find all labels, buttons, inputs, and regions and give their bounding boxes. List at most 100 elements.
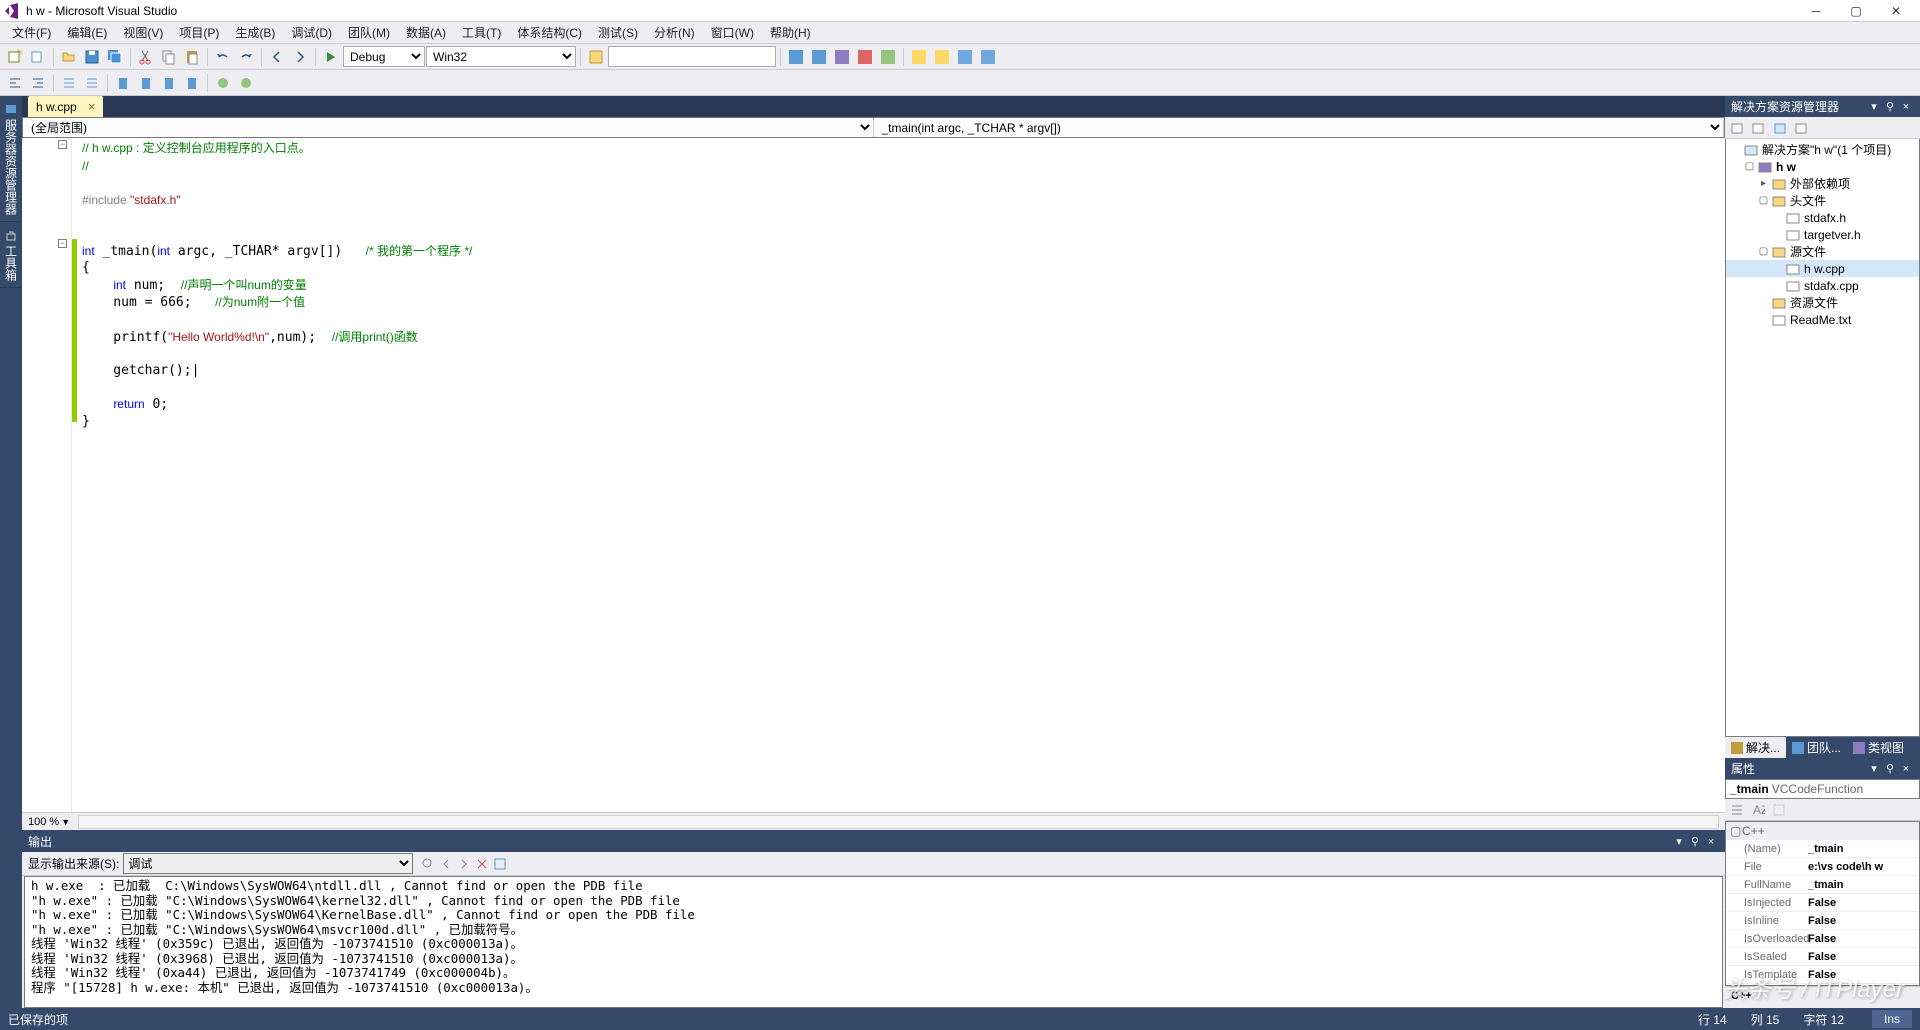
menu-V[interactable]: 视图(V) <box>115 22 171 43</box>
tree-node[interactable]: stdafx.cpp <box>1726 277 1919 294</box>
tree-node[interactable]: h w.cpp <box>1726 260 1919 277</box>
sol-props-button[interactable] <box>1791 118 1811 138</box>
ext4-button[interactable] <box>854 46 876 68</box>
output-prev-button[interactable] <box>439 857 453 871</box>
menu-B[interactable]: 生成(B) <box>227 22 283 43</box>
paste-button[interactable] <box>181 46 203 68</box>
minimize-button[interactable]: ─ <box>1796 1 1836 21</box>
scope-select[interactable]: (全局范围) <box>23 118 874 137</box>
indent-left-button[interactable] <box>4 72 26 94</box>
add-item-button[interactable] <box>27 46 49 68</box>
maximize-button[interactable]: ▢ <box>1836 1 1876 21</box>
fold-icon[interactable]: − <box>58 140 67 149</box>
uncomment-button[interactable] <box>81 72 103 94</box>
bookmark-clear-button[interactable] <box>181 72 203 94</box>
redo-button[interactable] <box>235 46 257 68</box>
start-button[interactable] <box>320 46 342 68</box>
h-scrollbar[interactable] <box>78 815 1719 829</box>
search-input[interactable] <box>608 46 776 67</box>
misc1-button[interactable] <box>212 72 234 94</box>
ext8-button[interactable] <box>954 46 976 68</box>
menu-P[interactable]: 项目(P) <box>171 22 227 43</box>
tree-node[interactable]: ▢h w <box>1726 158 1919 175</box>
save-all-button[interactable] <box>104 46 126 68</box>
zoom-level[interactable]: 100 % <box>28 816 59 828</box>
props-dropdown-icon[interactable]: ▾ <box>1866 761 1882 777</box>
ext5-button[interactable] <box>877 46 899 68</box>
sol-refresh-button[interactable] <box>1748 118 1768 138</box>
server-explorer-tab[interactable]: 服务器资源管理器 <box>0 96 22 222</box>
fold-icon[interactable]: − <box>58 239 67 248</box>
member-select[interactable]: _tmain(int argc, _TCHAR * argv[]) <box>874 118 1725 137</box>
props-pages-button[interactable] <box>1769 800 1789 820</box>
menu-N[interactable]: 分析(N) <box>646 22 703 43</box>
ext7-button[interactable] <box>931 46 953 68</box>
menu-E[interactable]: 编辑(E) <box>59 22 115 43</box>
close-button[interactable]: ✕ <box>1876 1 1916 21</box>
menu-T[interactable]: 工具(T) <box>454 22 509 43</box>
find-in-files-button[interactable] <box>585 46 607 68</box>
sol-dropdown-icon[interactable]: ▾ <box>1866 99 1882 115</box>
output-pin-icon[interactable]: ⚲ <box>1687 834 1703 850</box>
menu-A[interactable]: 数据(A) <box>398 22 454 43</box>
sol-pin-icon[interactable]: ⚲ <box>1882 99 1898 115</box>
nav-fwd-button[interactable] <box>289 46 311 68</box>
tree-node[interactable]: ▢源文件 <box>1726 243 1919 260</box>
indent-right-button[interactable] <box>27 72 49 94</box>
output-next-button[interactable] <box>457 857 471 871</box>
tree-node[interactable]: stdafx.h <box>1726 209 1919 226</box>
ext1-button[interactable] <box>785 46 807 68</box>
new-project-button[interactable] <box>4 46 26 68</box>
tree-node[interactable]: ▢头文件 <box>1726 192 1919 209</box>
cut-button[interactable] <box>135 46 157 68</box>
output-wrap-button[interactable] <box>493 857 507 871</box>
output-dropdown-icon[interactable]: ▾ <box>1671 834 1687 850</box>
props-grid[interactable]: ▢C++(Name)_tmainFilee:\vs code\h wFullNa… <box>1725 821 1920 986</box>
comment-button[interactable] <box>58 72 80 94</box>
menu-W[interactable]: 窗口(W) <box>703 22 762 43</box>
platform-select[interactable]: Win32 <box>426 46 576 67</box>
ext9-button[interactable] <box>977 46 999 68</box>
menu-M[interactable]: 团队(M) <box>340 22 398 43</box>
props-object-select[interactable]: _tmain VCCodeFunction <box>1725 779 1920 799</box>
sol-showall-button[interactable] <box>1770 118 1790 138</box>
menu-S[interactable]: 测试(S) <box>590 22 646 43</box>
output-close-icon[interactable]: × <box>1703 834 1719 850</box>
tab-solution[interactable]: 解决... <box>1725 737 1786 758</box>
menu-C[interactable]: 体系结构(C) <box>509 22 590 43</box>
output-clear-button[interactable] <box>475 857 489 871</box>
ext3-button[interactable] <box>831 46 853 68</box>
props-pin-icon[interactable]: ⚲ <box>1882 761 1898 777</box>
tree-node[interactable]: 解决方案"h w"(1 个项目) <box>1726 141 1919 158</box>
tree-node[interactable]: 资源文件 <box>1726 294 1919 311</box>
props-cat-button[interactable] <box>1727 800 1747 820</box>
output-source-select[interactable]: 调试 <box>123 853 413 874</box>
doc-tab-close-icon[interactable]: × <box>85 100 99 114</box>
toolbox-tab[interactable]: 工具箱 <box>0 222 22 288</box>
config-select[interactable]: Debug <box>343 46 425 67</box>
tab-classview[interactable]: 类视图 <box>1847 737 1910 758</box>
sol-close-icon[interactable]: × <box>1898 99 1914 115</box>
output-find-button[interactable] <box>421 857 435 871</box>
menu-D[interactable]: 调试(D) <box>283 22 340 43</box>
nav-back-button[interactable] <box>266 46 288 68</box>
code-editor[interactable]: − − // h w.cpp : 定义控制台应用程序的入口点。 // #incl… <box>22 138 1725 812</box>
copy-button[interactable] <box>158 46 180 68</box>
tree-node[interactable]: ▸外部依赖项 <box>1726 175 1919 192</box>
solution-tree[interactable]: 解决方案"h w"(1 个项目)▢h w▸外部依赖项▢头文件stdafx.hta… <box>1725 139 1920 737</box>
bookmark-prev-button[interactable] <box>135 72 157 94</box>
ext2-button[interactable] <box>808 46 830 68</box>
tree-node[interactable]: targetver.h <box>1726 226 1919 243</box>
doc-tab-active[interactable]: h w.cpp × <box>28 96 103 117</box>
bookmark-next-button[interactable] <box>158 72 180 94</box>
sol-home-button[interactable] <box>1727 118 1747 138</box>
props-close-icon[interactable]: × <box>1898 761 1914 777</box>
save-button[interactable] <box>81 46 103 68</box>
tab-team[interactable]: 团队... <box>1786 737 1847 758</box>
props-az-button[interactable]: AZ <box>1748 800 1768 820</box>
code-text[interactable]: // h w.cpp : 定义控制台应用程序的入口点。 // #include … <box>72 138 1725 430</box>
tree-node[interactable]: ReadMe.txt <box>1726 311 1919 328</box>
output-text[interactable]: h w.exe : 已加载 C:\Windows\SysWOW64\ntdll.… <box>24 876 1723 1008</box>
menu-H[interactable]: 帮助(H) <box>762 22 819 43</box>
bookmark-button[interactable] <box>112 72 134 94</box>
